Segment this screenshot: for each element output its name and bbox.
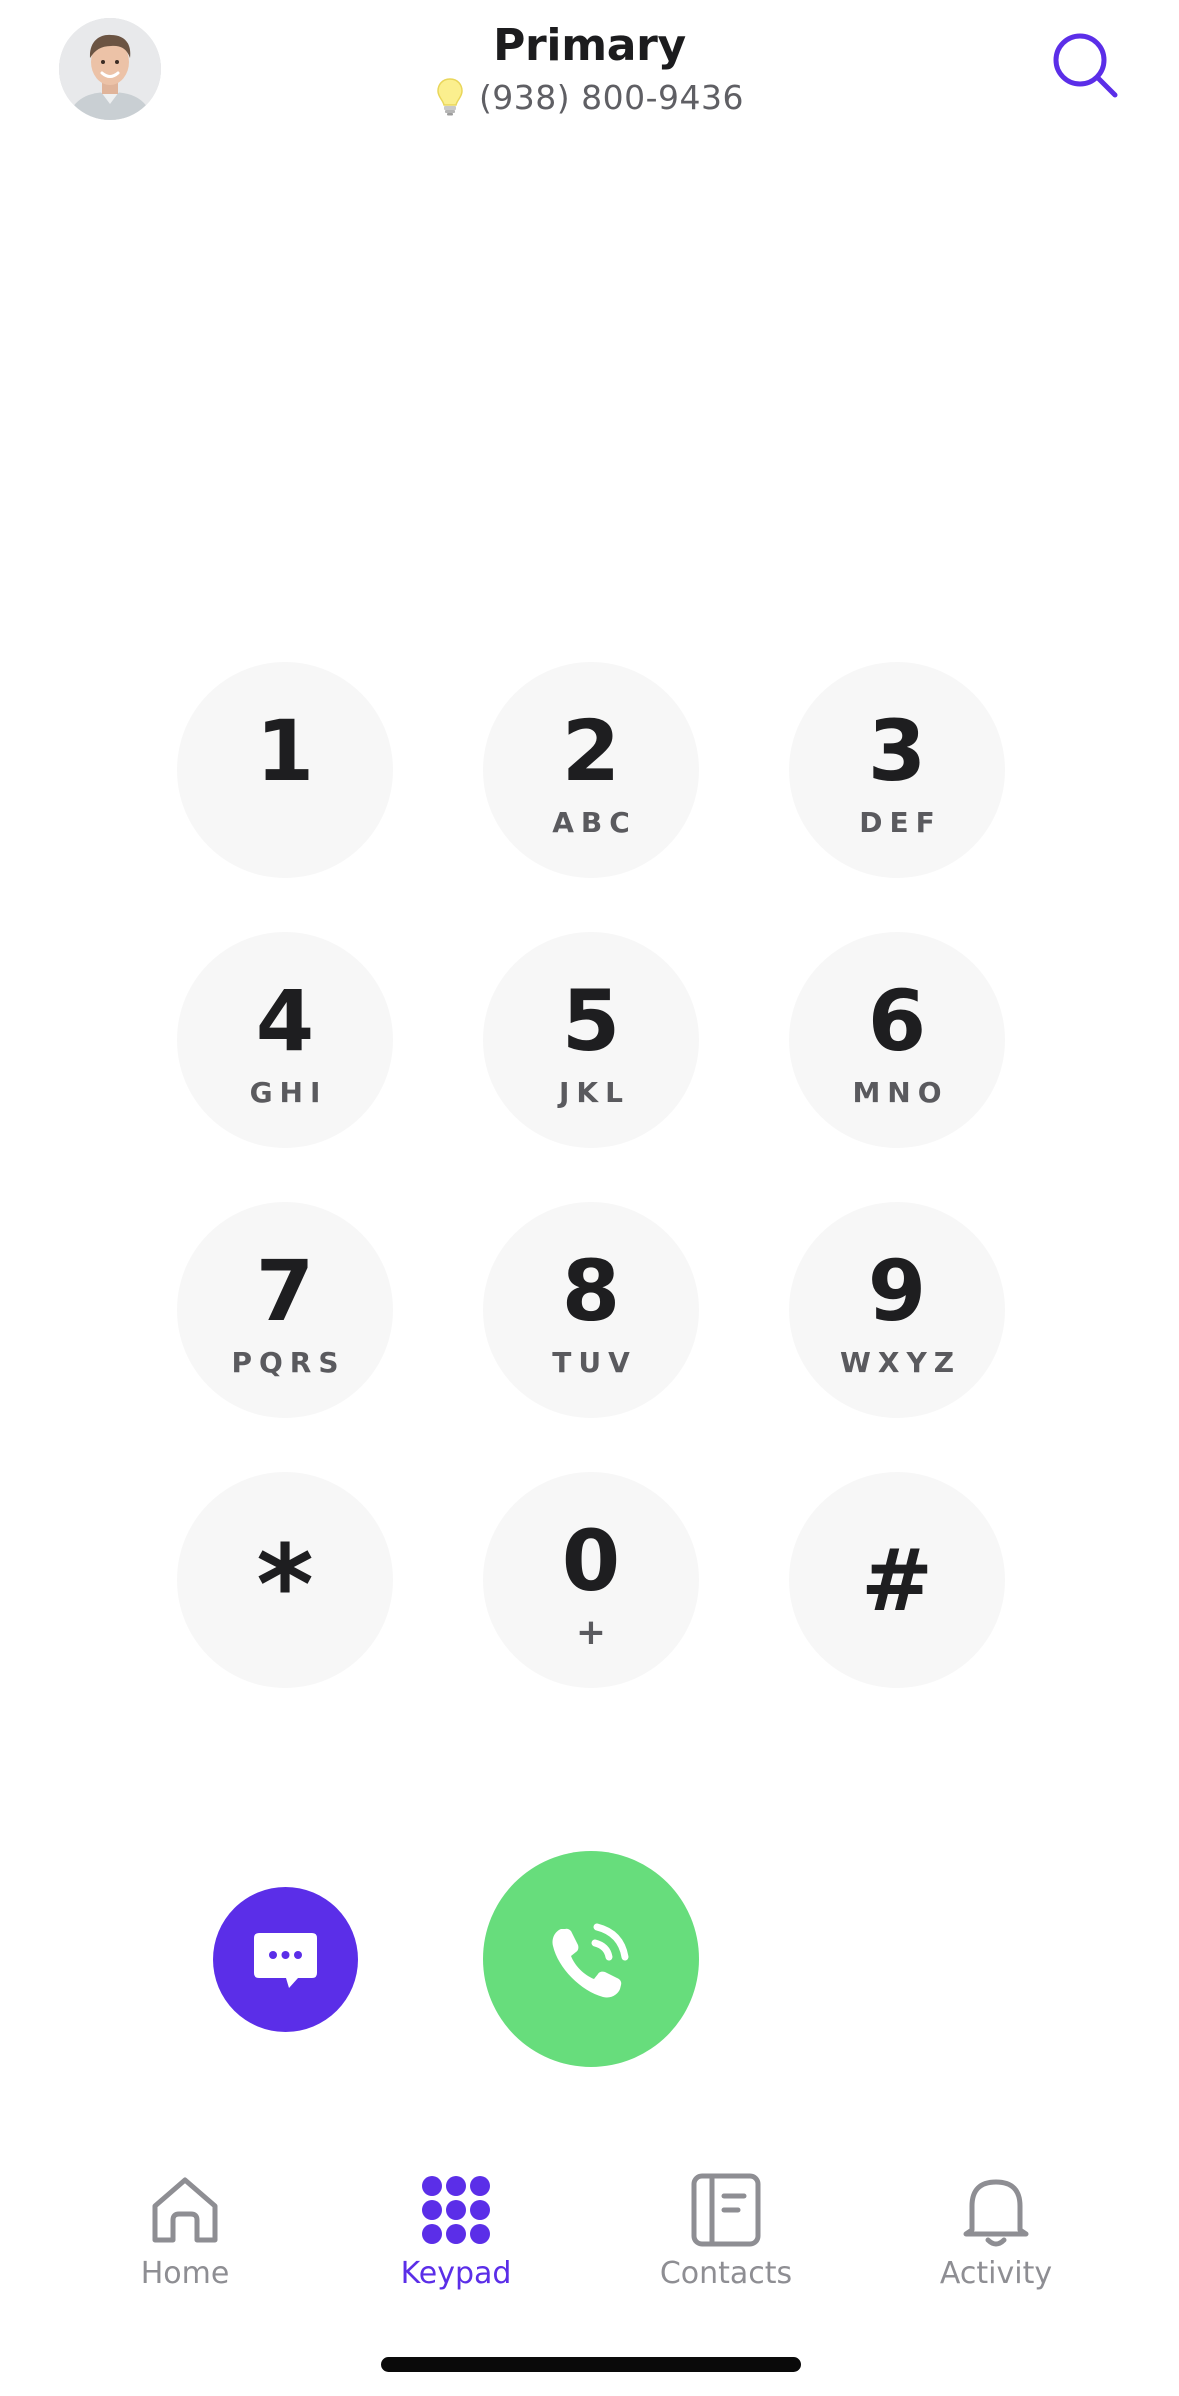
key-5[interactable]: 5 JKL (483, 932, 699, 1148)
tab-contacts[interactable]: Contacts (626, 2160, 826, 2310)
key-digit: 5 (561, 972, 621, 1070)
tab-activity[interactable]: Activity (896, 2160, 1096, 2310)
line-number-row: (938) 800-9436 (435, 74, 744, 120)
key-0[interactable]: 0 + (483, 1472, 699, 1688)
key-hash[interactable]: # (789, 1472, 1005, 1688)
key-digit: 8 (561, 1242, 621, 1340)
key-letters: WXYZ (839, 1346, 962, 1379)
key-letters: PQRS (231, 1346, 346, 1379)
key-digit: 6 (867, 972, 927, 1070)
bell-icon (963, 2179, 1029, 2247)
message-button[interactable] (213, 1887, 358, 2032)
home-indicator[interactable] (381, 2357, 801, 2372)
key-digit: 7 (255, 1242, 315, 1340)
tab-home[interactable]: Home (85, 2160, 285, 2310)
key-digit: 3 (867, 702, 927, 800)
key-letters: GHI (249, 1076, 328, 1109)
key-3[interactable]: 3 DEF (789, 662, 1005, 878)
key-digit: 1 (255, 702, 315, 800)
key-letters: MNO (852, 1076, 949, 1109)
home-icon (152, 2177, 218, 2243)
tab-label: Keypad (400, 2256, 512, 2291)
tab-label: Activity (939, 2256, 1053, 2291)
key-9[interactable]: 9 WXYZ (789, 1202, 1005, 1418)
key-digit: 9 (867, 1242, 927, 1340)
line-name: Primary (493, 20, 686, 71)
key-star[interactable]: * (177, 1472, 393, 1688)
bottom-tab-bar: Home Keypad Contacts Activity (0, 2160, 1179, 2310)
tab-label: Contacts (659, 2256, 793, 2291)
key-letters: ABC (552, 806, 637, 839)
key-7[interactable]: 7 PQRS (177, 1202, 393, 1418)
search-icon (1053, 33, 1118, 98)
contacts-book-icon (691, 2173, 761, 2247)
phone-call-icon (552, 1923, 629, 1998)
key-letters: TUV (552, 1346, 637, 1379)
key-letters: + (575, 1612, 607, 1653)
key-digit: 2 (561, 702, 621, 800)
search-button[interactable] (1050, 30, 1122, 102)
tab-label: Home (140, 2256, 230, 2291)
keypad-icon (422, 2176, 490, 2244)
tab-keypad[interactable]: Keypad (356, 2160, 556, 2310)
key-6[interactable]: 6 MNO (789, 932, 1005, 1148)
key-letters: DEF (859, 806, 942, 839)
key-1[interactable]: 1 (177, 662, 393, 878)
key-digit: # (860, 1531, 934, 1631)
phone-number: (938) 800-9436 (478, 77, 745, 117)
line-header[interactable]: Primary (938) 800-9436 (0, 18, 1179, 122)
key-digit: * (256, 1521, 314, 1649)
message-bubble-icon (254, 1933, 317, 1988)
key-digit: 0 (561, 1512, 621, 1610)
key-8[interactable]: 8 TUV (483, 1202, 699, 1418)
call-button[interactable] (483, 1851, 699, 2067)
key-4[interactable]: 4 GHI (177, 932, 393, 1148)
key-letters: JKL (559, 1076, 630, 1109)
lightbulb-icon (435, 77, 465, 117)
key-digit: 4 (255, 972, 315, 1070)
key-2[interactable]: 2 ABC (483, 662, 699, 878)
